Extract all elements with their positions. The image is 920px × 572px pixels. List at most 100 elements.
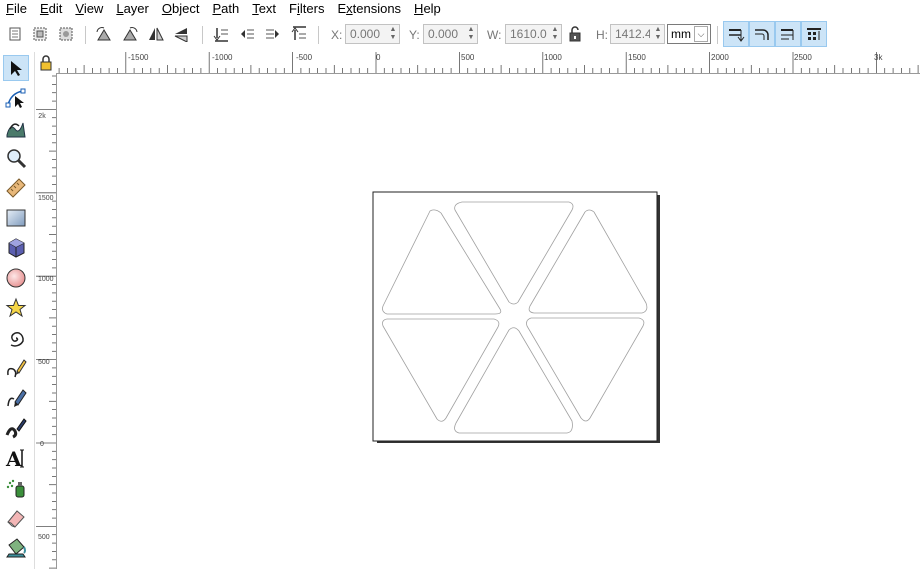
spiral-icon — [10, 332, 24, 347]
menu-filters-label: Filters — [289, 1, 325, 16]
star-icon — [5, 297, 27, 318]
y-spinner[interactable]: ▲ ▼ — [466, 26, 476, 42]
unit-select[interactable]: mm ⌵ — [667, 24, 711, 44]
ruler-h-label: 0 — [376, 53, 381, 62]
ruler-h-label: 1000 — [544, 53, 562, 62]
menu-filters[interactable]: Filters — [282, 0, 330, 18]
rotate-ccw-icon — [96, 27, 111, 41]
ruler-v-label: 0 — [40, 441, 44, 448]
lock-proportions-button[interactable] — [564, 23, 586, 45]
menu-file[interactable]: File — [0, 0, 33, 18]
select-all-button[interactable] — [4, 23, 26, 45]
scale-corners-icon — [755, 29, 769, 40]
scale-corners-toggle[interactable] — [749, 21, 775, 47]
svg-text:A: A — [5, 447, 22, 469]
measure-tool[interactable] — [3, 175, 29, 201]
menu-path[interactable]: Path — [205, 0, 245, 18]
lock-icon — [569, 26, 581, 42]
menu-view[interactable]: View — [68, 0, 109, 18]
ruler-v-label: 1000 — [38, 276, 54, 283]
lower-icon — [241, 29, 254, 39]
raise-to-top-button[interactable] — [288, 23, 310, 45]
text-icon: A — [5, 447, 24, 469]
menu-view-label: View — [75, 1, 104, 16]
menu-text[interactable]: Text — [245, 0, 282, 18]
w-spinner[interactable]: ▲ ▼ — [550, 26, 560, 42]
tweak-tool[interactable] — [3, 115, 29, 141]
lower-button[interactable] — [236, 23, 258, 45]
transform-patterns-icon — [807, 28, 821, 40]
scale-stroke-icon — [729, 29, 745, 42]
scale-stroke-toggle[interactable] — [723, 21, 749, 47]
toolbar-separator — [202, 26, 203, 44]
w-field[interactable]: ▲▼ — [505, 24, 562, 44]
toolbar-separator — [318, 26, 319, 44]
deselect-button[interactable] — [55, 23, 77, 45]
pencil-icon — [7, 359, 27, 378]
menu-layer[interactable]: Layer — [109, 0, 155, 18]
menu-help-label: Help — [414, 1, 441, 16]
tool-controls-bar: X: ▲▼ Y: ▲▼ W: ▲▼ H: ▲▼ mm ⌵ — [0, 18, 920, 52]
calligraphy-icon — [5, 418, 27, 439]
menubar: File Edit View Layer Object Path Text Fi… — [0, 0, 920, 18]
ellipse-icon — [6, 268, 26, 288]
lower-to-bottom-icon — [213, 28, 228, 42]
rotate-cw-icon — [123, 27, 138, 41]
flip-vertical-button[interactable] — [171, 23, 193, 45]
x-spinner[interactable]: ▲ ▼ — [388, 26, 398, 42]
paint-bucket-tool[interactable] — [3, 535, 29, 561]
menu-extensions[interactable]: Extensions — [330, 0, 407, 18]
vertical-ruler-ticks — [36, 75, 56, 569]
ruler-v-label: 500 — [38, 359, 50, 366]
menu-object[interactable]: Object — [155, 0, 206, 18]
node-tool[interactable] — [3, 85, 29, 111]
vertical-ruler[interactable]: 2k 1500 1000 500 0 500 — [36, 73, 57, 569]
arrow-pointer-icon — [11, 61, 22, 76]
y-field[interactable]: ▲▼ — [423, 24, 478, 44]
calligraphy-tool[interactable] — [3, 415, 29, 441]
star-tool[interactable] — [3, 295, 29, 321]
3dbox-tool[interactable] — [3, 235, 29, 261]
spiral-tool[interactable] — [3, 325, 29, 351]
ruler-h-label: 2000 — [711, 53, 729, 62]
lower-to-bottom-button[interactable] — [210, 23, 232, 45]
h-field[interactable]: ▲▼ — [610, 24, 665, 44]
selector-tool[interactable] — [3, 55, 29, 81]
tweak-icon — [6, 122, 26, 138]
deselect-icon — [59, 27, 73, 41]
lock-guides-icon[interactable] — [38, 54, 58, 75]
flip-vertical-icon — [174, 28, 188, 42]
horizontal-ruler[interactable]: -1500 -1000 -500 0 500 1000 1500 2000 25… — [56, 52, 920, 74]
ruler-h-label: -500 — [296, 53, 313, 62]
text-tool[interactable]: A — [3, 445, 29, 471]
menu-help[interactable]: Help — [407, 0, 447, 18]
flip-horizontal-button[interactable] — [145, 23, 167, 45]
eraser-tool[interactable] — [3, 505, 29, 531]
menu-layer-label: Layer — [116, 1, 149, 16]
rotate-cw-button[interactable] — [119, 23, 141, 45]
ruler-v-label: 2k — [38, 113, 46, 120]
drawing-canvas[interactable] — [57, 74, 920, 569]
ruler-h-label: -1500 — [128, 53, 149, 62]
rotate-ccw-button[interactable] — [93, 23, 115, 45]
magnifier-icon — [7, 149, 27, 169]
pen-tool[interactable] — [3, 385, 29, 411]
pencil-tool[interactable] — [3, 355, 29, 381]
select-all-layers-button[interactable] — [29, 23, 51, 45]
paint-bucket-icon — [6, 538, 26, 558]
rectangle-tool[interactable] — [3, 205, 29, 231]
spray-tool[interactable] — [3, 475, 29, 501]
x-field[interactable]: ▲▼ — [345, 24, 400, 44]
zoom-tool[interactable] — [3, 145, 29, 171]
3dbox-icon — [8, 238, 25, 258]
transform-patterns-toggle[interactable] — [801, 21, 827, 47]
raise-button[interactable] — [262, 23, 284, 45]
eraser-icon — [7, 510, 25, 528]
transform-gradients-icon — [781, 29, 794, 40]
menu-edit[interactable]: Edit — [33, 0, 68, 18]
raise-icon — [266, 29, 279, 39]
transform-gradients-toggle[interactable] — [775, 21, 801, 47]
ellipse-tool[interactable] — [3, 265, 29, 291]
select-all-layers-icon — [33, 27, 47, 41]
h-spinner[interactable]: ▲ ▼ — [653, 26, 663, 42]
